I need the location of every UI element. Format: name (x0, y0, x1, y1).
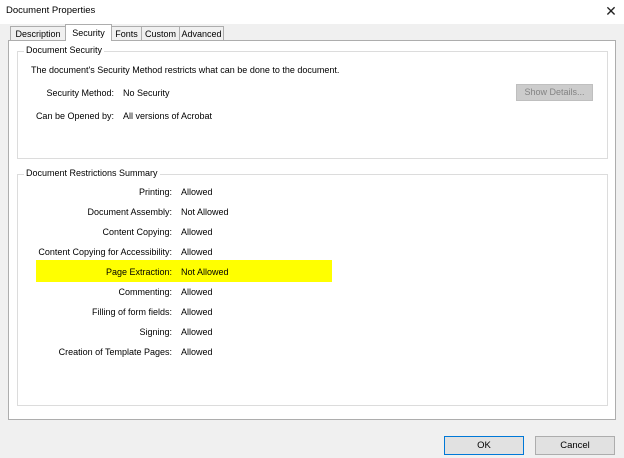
show-details-button[interactable]: Show Details... (516, 84, 593, 101)
restriction-value-document-assembly: Not Allowed (181, 207, 229, 217)
opened-by-label: Can be Opened by: (35, 111, 114, 121)
restriction-label-printing: Printing: (138, 187, 172, 197)
close-icon[interactable]: ✕ (598, 0, 624, 22)
cancel-button[interactable]: Cancel (535, 436, 615, 455)
restriction-value-content-copying: Allowed (181, 227, 213, 237)
tab-security[interactable]: Security (65, 24, 112, 41)
security-description: The document's Security Method restricts… (31, 65, 340, 75)
restriction-label-signing: Signing: (139, 327, 172, 337)
opened-by-value: All versions of Acrobat (123, 111, 213, 121)
restriction-label-page-extraction: Page Extraction: (105, 267, 172, 277)
restriction-value-page-extraction: Not Allowed (181, 267, 229, 277)
window-title: Document Properties (6, 5, 96, 16)
ok-button[interactable]: OK (444, 436, 524, 455)
security-method-label: Security Method: (46, 88, 114, 98)
restriction-label-accessibility-copying: Content Copying for Accessibility: (38, 247, 172, 257)
security-method-value: No Security (123, 88, 170, 98)
restriction-value-printing: Allowed (181, 187, 213, 197)
restriction-label-content-copying: Content Copying: (102, 227, 172, 237)
title-bar: Document Properties ✕ (0, 0, 624, 24)
document-security-legend: Document Security (24, 45, 105, 55)
restriction-value-commenting: Allowed (181, 287, 213, 297)
tab-custom[interactable]: Custom (141, 26, 180, 40)
restriction-value-signing: Allowed (181, 327, 213, 337)
tab-description[interactable]: Description (10, 26, 66, 40)
restriction-label-commenting: Commenting: (118, 287, 172, 297)
tab-fonts[interactable]: Fonts (111, 26, 142, 40)
restrictions-legend: Document Restrictions Summary (24, 168, 160, 178)
tab-advanced[interactable]: Advanced (179, 26, 224, 40)
restriction-value-accessibility-copying: Allowed (181, 247, 213, 257)
restriction-label-document-assembly: Document Assembly: (87, 207, 172, 217)
restriction-label-template-pages: Creation of Template Pages: (58, 347, 172, 357)
restriction-value-form-filling: Allowed (181, 307, 213, 317)
restriction-value-template-pages: Allowed (181, 347, 213, 357)
restriction-label-form-filling: Filling of form fields: (91, 307, 172, 317)
